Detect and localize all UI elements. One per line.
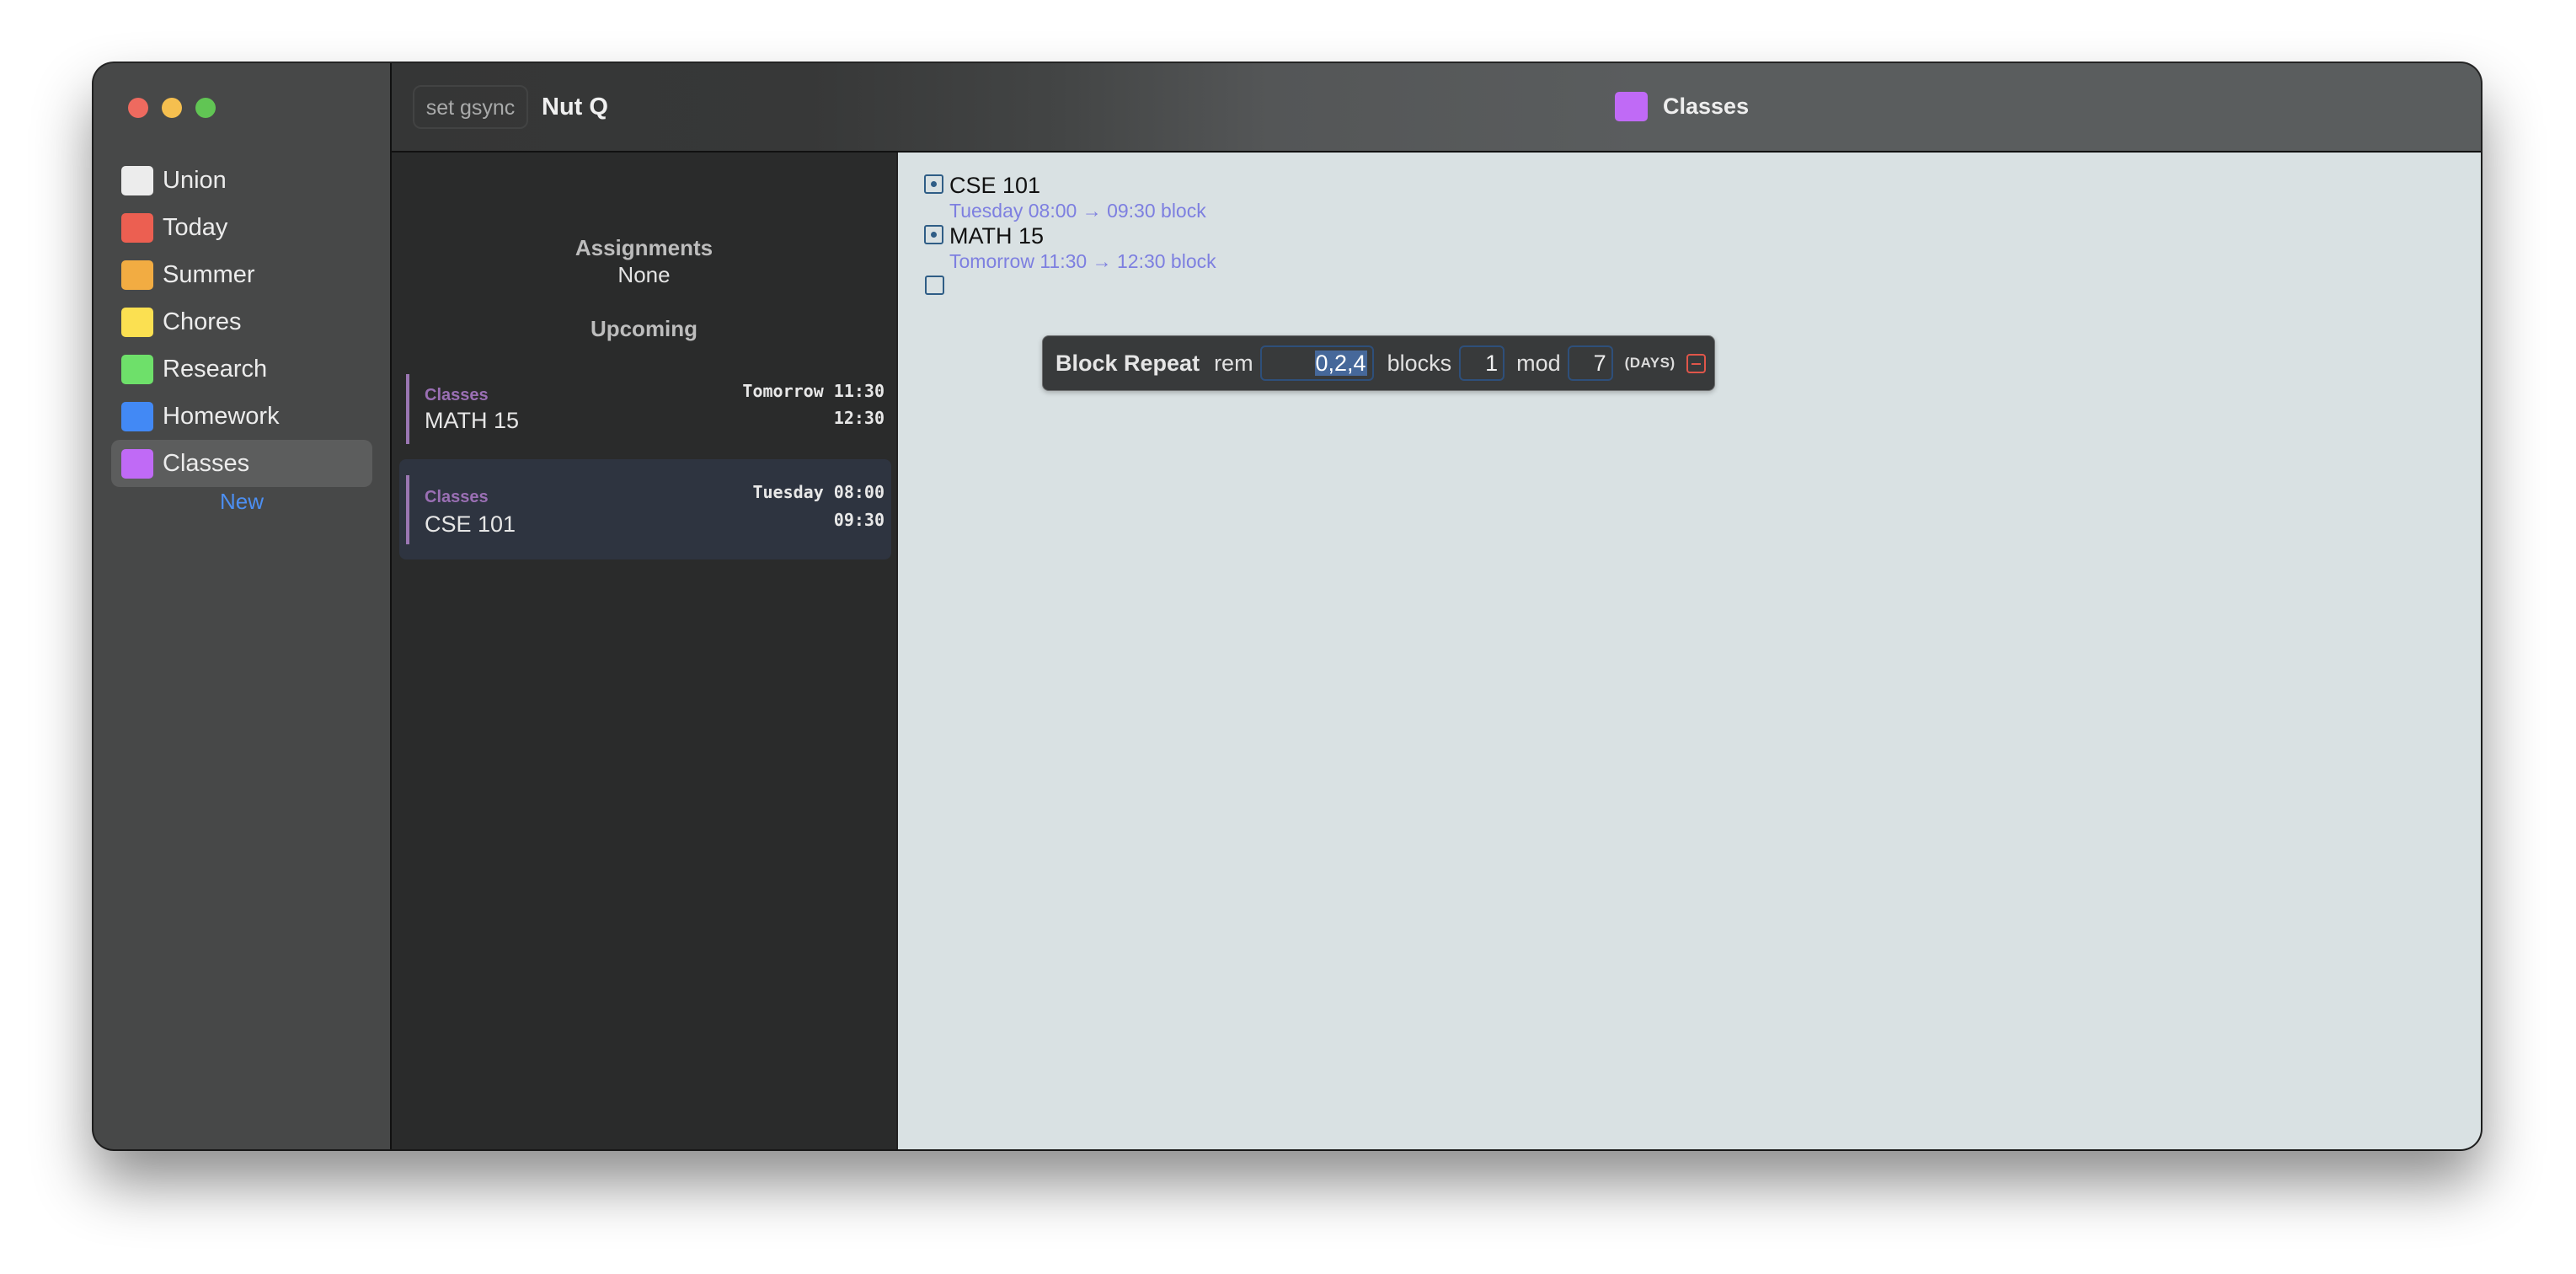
- days-unit-label: (DAYS): [1624, 355, 1675, 371]
- upcoming-heading: Upcoming: [590, 316, 698, 341]
- zoom-window-button[interactable]: [195, 98, 216, 118]
- app-title: Nut Q: [542, 94, 608, 120]
- sidebar-item-label: Today: [163, 213, 228, 241]
- blocks-input[interactable]: 1: [1459, 345, 1505, 381]
- upcoming-item-list: Classes: [425, 488, 489, 506]
- partial-check-icon: [931, 232, 937, 238]
- rem-label: rem: [1214, 350, 1253, 376]
- assignments-heading: Assignments: [575, 235, 713, 260]
- new-list-button[interactable]: New: [94, 489, 390, 515]
- list-color-swatch-icon: [121, 212, 153, 243]
- upcoming-item-start: Tuesday 08:00: [752, 482, 884, 502]
- upcoming-item-start: Tomorrow 11:30: [742, 381, 884, 401]
- entry-title[interactable]: CSE 101: [949, 173, 1040, 199]
- mod-label: mod: [1516, 350, 1561, 376]
- upcoming-item[interactable]: Classes MATH 15 Tomorrow 11:30 12:30: [399, 361, 891, 461]
- list-color-swatch-icon: [1615, 92, 1648, 121]
- list-content: CSE 101 Tuesday 08:00 → 09:30 block MATH…: [898, 153, 2481, 1149]
- list-color-swatch-icon: [121, 448, 153, 479]
- sidebar-item-homework[interactable]: Homework: [111, 393, 372, 440]
- sidebar-item-union[interactable]: Union: [111, 157, 372, 204]
- entry-title[interactable]: MATH 15: [949, 223, 1044, 249]
- sidebar-item-label: Research: [163, 355, 268, 383]
- sidebar-item-summer[interactable]: Summer: [111, 251, 372, 298]
- list-color-swatch-icon: [121, 401, 153, 431]
- close-window-button[interactable]: [128, 98, 148, 118]
- sidebar-item-label: Summer: [163, 260, 255, 288]
- sidebar-item-today[interactable]: Today: [111, 204, 372, 251]
- entry-schedule: Tuesday 08:00 → 09:30 block: [949, 200, 1206, 222]
- sidebar-item-research[interactable]: Research: [111, 345, 372, 393]
- title-bar: set gsync Nut Q Classes: [392, 63, 2481, 153]
- set-gsync-button[interactable]: set gsync: [413, 85, 528, 129]
- block-repeat-title: Block Repeat: [1056, 350, 1200, 376]
- entry-schedule: Tomorrow 11:30 → 12:30 block: [949, 250, 1216, 272]
- entry-checkbox[interactable]: [925, 276, 944, 295]
- upcoming-item-end: 09:30: [833, 510, 884, 530]
- upcoming-item[interactable]: Classes CSE 101 Tuesday 08:00 09:30: [399, 459, 891, 559]
- app-window: Union Today Summer Chores Research Homework Cl…: [94, 63, 2481, 1149]
- entry-checkbox[interactable]: [924, 174, 943, 194]
- overview-panel: Assignments None Upcoming Classes MATH 1…: [392, 153, 898, 1149]
- blocks-label: blocks: [1387, 350, 1452, 376]
- upcoming-item-name: MATH 15: [425, 408, 520, 433]
- sidebar-item-label: Union: [163, 166, 227, 194]
- block-repeat-editor: Block Repeat rem 0,2,4 blocks 1 mod 7 (D…: [1042, 335, 1715, 391]
- rem-input[interactable]: 0,2,4: [1259, 345, 1374, 381]
- sidebar-item-label: Chores: [163, 308, 242, 335]
- list-color-swatch-icon: [121, 354, 153, 384]
- sidebar-item-chores[interactable]: Chores: [111, 298, 372, 345]
- list-color-swatch-icon: [121, 165, 153, 195]
- list-color-bar: [406, 374, 409, 444]
- sidebar-item-label: Homework: [163, 402, 280, 430]
- sidebar-list: Union Today Summer Chores Research Homework Cl…: [111, 157, 372, 487]
- partial-check-icon: [931, 181, 937, 187]
- list-color-swatch-icon: [121, 307, 153, 337]
- assignments-value: None: [617, 262, 671, 287]
- upcoming-item-list: Classes: [425, 386, 489, 404]
- sidebar-item-label: Classes: [163, 449, 250, 477]
- rem-input-selection: 0,2,4: [1314, 351, 1367, 376]
- current-list-title: Classes: [1615, 92, 1749, 121]
- current-list-label: Classes: [1663, 94, 1750, 119]
- list-color-swatch-icon: [121, 260, 153, 290]
- minimize-window-button[interactable]: [162, 98, 182, 118]
- entry-checkbox[interactable]: [924, 225, 943, 244]
- remove-repeat-button[interactable]: [1686, 353, 1706, 373]
- upcoming-item-end: 12:30: [833, 408, 884, 428]
- sidebar: Union Today Summer Chores Research Homework Cl…: [94, 63, 392, 1149]
- sidebar-item-classes[interactable]: Classes: [111, 440, 372, 487]
- mod-input[interactable]: 7: [1567, 345, 1613, 381]
- upcoming-item-name: CSE 101: [425, 511, 516, 537]
- list-color-bar: [406, 475, 409, 544]
